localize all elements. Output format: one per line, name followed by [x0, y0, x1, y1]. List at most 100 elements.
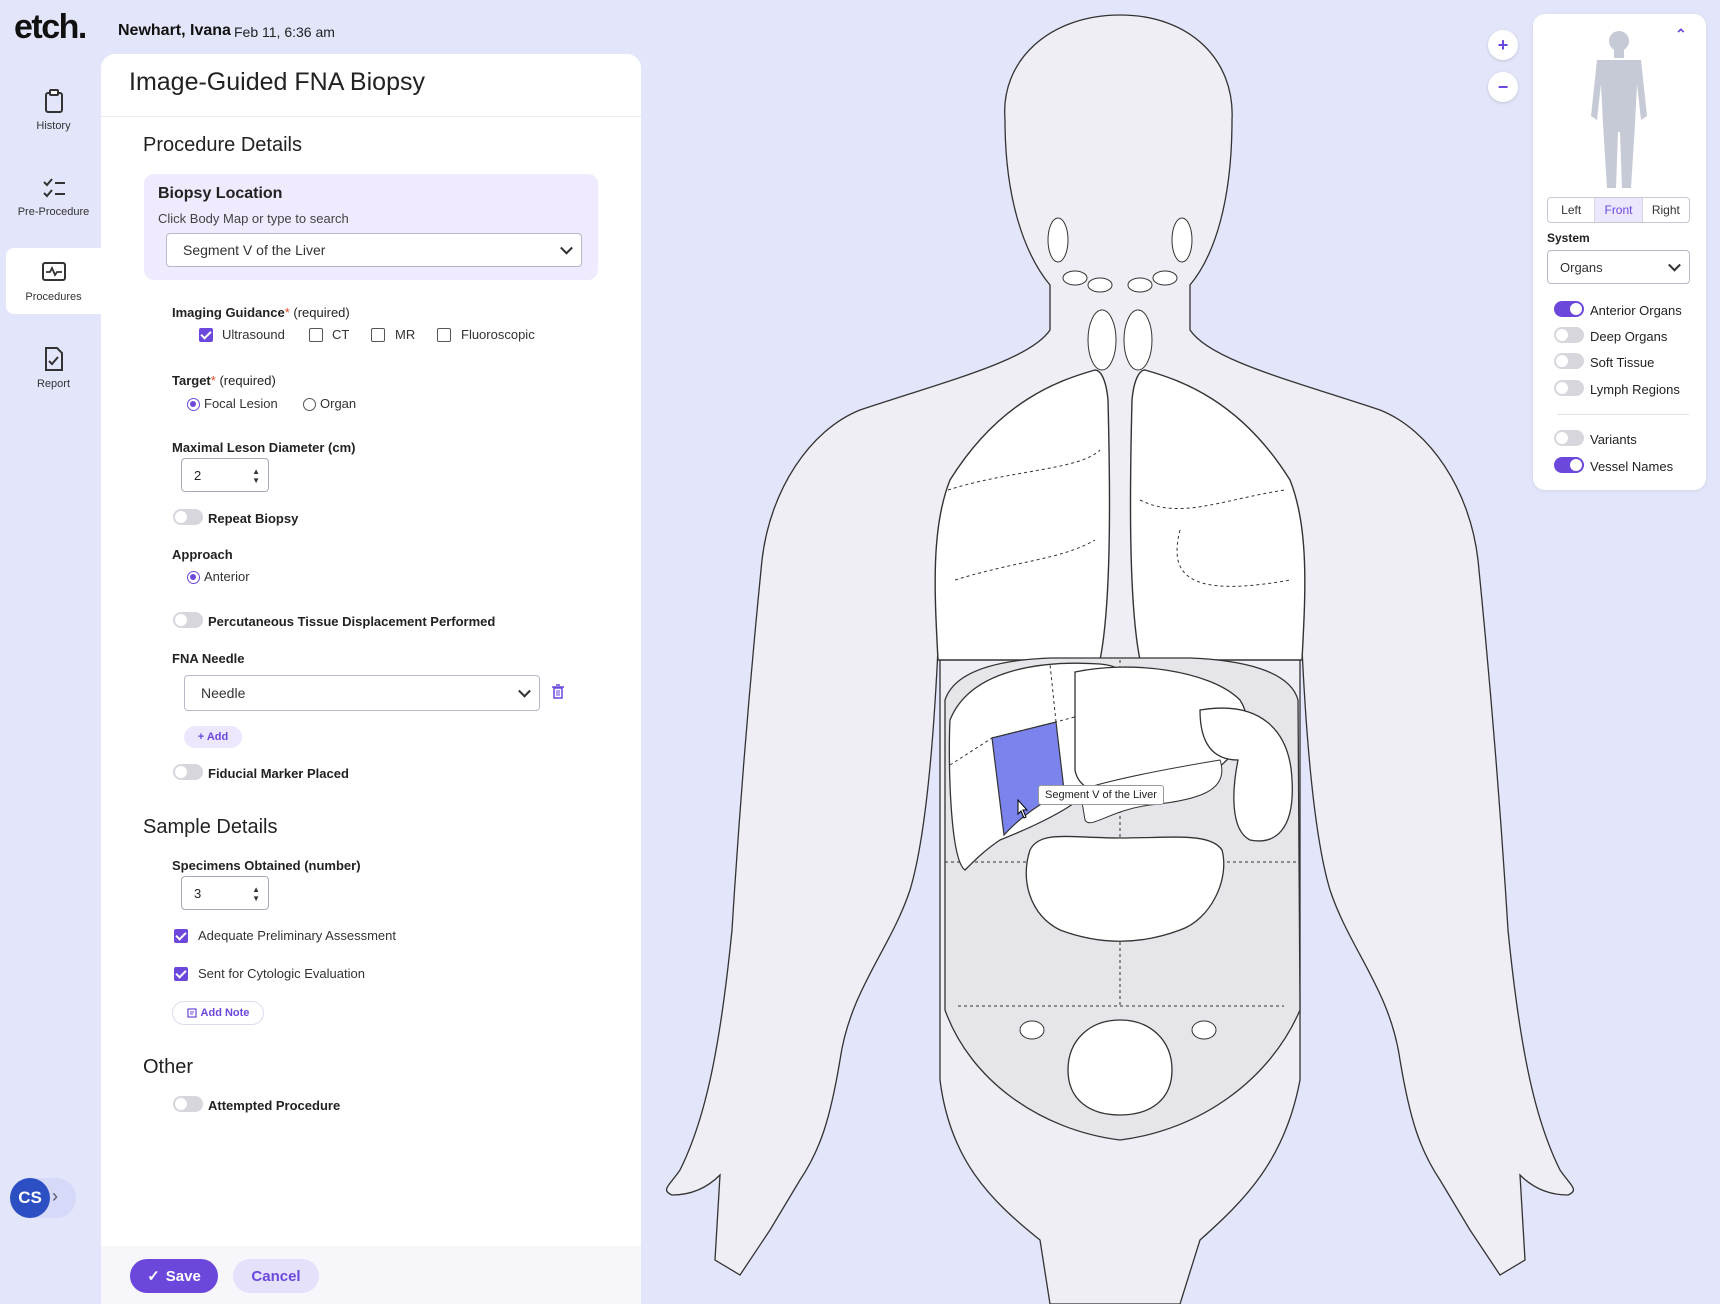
- organ-label: Organ: [320, 396, 357, 411]
- required-hint: (required): [219, 373, 276, 388]
- tissue-displacement-toggle[interactable]: [173, 612, 203, 628]
- approach-label: Approach: [172, 547, 233, 562]
- system-select[interactable]: Organs: [1547, 250, 1690, 284]
- trash-icon[interactable]: [551, 684, 565, 700]
- collapse-icon[interactable]: ⌃: [1675, 26, 1687, 43]
- view-front-button[interactable]: Front: [1595, 198, 1643, 222]
- view-left-button[interactable]: Left: [1548, 198, 1596, 222]
- fluoroscopic-checkbox[interactable]: [437, 328, 451, 342]
- cytologic-evaluation-label: Sent for Cytologic Evaluation: [198, 966, 365, 981]
- mr-label: MR: [395, 327, 416, 342]
- view-right-button[interactable]: Right: [1643, 198, 1689, 222]
- gland-left-2[interactable]: [1087, 277, 1113, 293]
- focal-lesion-radio[interactable]: [187, 398, 200, 411]
- vessel-names-toggle[interactable]: [1554, 457, 1584, 473]
- specimens-stepper[interactable]: 3 ▲ ▼: [181, 876, 269, 910]
- clavicle-left[interactable]: [1047, 217, 1069, 263]
- fna-needle-label: FNA Needle: [172, 651, 245, 666]
- anterior-organs-toggle[interactable]: [1554, 301, 1584, 317]
- zoom-out-button[interactable]: −: [1488, 72, 1518, 102]
- tissue-displacement-label: Percutaneous Tissue Displacement Perform…: [208, 614, 496, 629]
- system-value: Organs: [1560, 259, 1603, 275]
- soft-tissue-toggle[interactable]: [1554, 353, 1584, 369]
- ct-checkbox[interactable]: [309, 328, 323, 342]
- checklist-icon: [42, 178, 65, 198]
- sample-details-heading: Sample Details: [143, 816, 278, 838]
- stepper-down-icon[interactable]: ▼: [252, 895, 260, 903]
- lymph-regions-toggle[interactable]: [1554, 380, 1584, 396]
- add-needle-button[interactable]: + Add: [184, 726, 242, 748]
- biopsy-location-select[interactable]: Segment V of the Liver: [166, 233, 582, 267]
- zoom-in-button[interactable]: +: [1488, 30, 1518, 60]
- procedure-details-heading: Procedure Details: [143, 134, 302, 156]
- gland-left-1[interactable]: [1062, 270, 1088, 286]
- thyroid-right[interactable]: [1123, 309, 1153, 371]
- max-diameter-label: Maximal Leson Diameter (cm): [172, 440, 356, 455]
- specimens-label: Specimens Obtained (number): [172, 858, 361, 873]
- repeat-biopsy-toggle[interactable]: [173, 509, 203, 525]
- soft-tissue-label: Soft Tissue: [1590, 355, 1655, 370]
- bladder[interactable]: [1067, 1019, 1173, 1116]
- add-note-button[interactable]: Add Note: [172, 1001, 264, 1025]
- other-heading: Other: [143, 1056, 194, 1078]
- biopsy-location-title: Biopsy Location: [158, 185, 283, 202]
- biopsy-location-value: Segment V of the Liver: [183, 242, 326, 258]
- attempted-procedure-toggle[interactable]: [173, 1096, 203, 1112]
- max-diameter-stepper[interactable]: 2 ▲ ▼: [181, 458, 269, 492]
- anterior-organs-label: Anterior Organs: [1590, 303, 1682, 318]
- add-note-label: Add Note: [200, 1007, 250, 1019]
- nav-procedures[interactable]: Procedures: [6, 248, 101, 314]
- mr-checkbox[interactable]: [371, 328, 385, 342]
- expand-nav-icon[interactable]: ›: [52, 1186, 58, 1207]
- stepper-down-icon[interactable]: ▼: [252, 477, 260, 485]
- right-ovary[interactable]: [1191, 1020, 1217, 1040]
- chevron-down-icon: [518, 684, 531, 698]
- nav-procedures-label: Procedures: [25, 291, 82, 303]
- thyroid-left[interactable]: [1087, 309, 1117, 371]
- anterior-radio[interactable]: [187, 571, 200, 584]
- nav-pre-procedure[interactable]: Pre-Procedure: [6, 162, 101, 230]
- gland-right-1[interactable]: [1127, 277, 1153, 293]
- vessel-names-label: Vessel Names: [1590, 459, 1674, 474]
- hover-tooltip: Segment V of the Liver: [1038, 785, 1164, 805]
- stepper-up-icon[interactable]: ▲: [252, 468, 260, 476]
- imaging-guidance-label: Imaging Guidance* (required): [172, 305, 350, 320]
- save-button[interactable]: ✓ Save: [130, 1259, 218, 1293]
- chevron-down-icon: [1668, 258, 1681, 272]
- left-ovary[interactable]: [1019, 1020, 1045, 1040]
- check-icon: ✓: [147, 1268, 160, 1285]
- view-toggle-group: Left Front Right: [1547, 197, 1690, 223]
- ultrasound-checkbox[interactable]: [199, 328, 213, 342]
- specimens-value: 3: [194, 886, 202, 901]
- target-label: Target* (required): [172, 373, 276, 388]
- fiducial-marker-toggle[interactable]: [173, 764, 203, 780]
- fiducial-marker-label: Fiducial Marker Placed: [208, 766, 349, 781]
- clavicle-right[interactable]: [1171, 217, 1193, 263]
- nav-pre-procedure-label: Pre-Procedure: [17, 206, 90, 218]
- fna-needle-value: Needle: [201, 685, 246, 701]
- nav-report[interactable]: Report: [6, 334, 101, 402]
- biopsy-location-hint: Click Body Map or type to search: [158, 211, 349, 226]
- variants-toggle[interactable]: [1554, 430, 1584, 446]
- required-star: *: [284, 305, 290, 320]
- attempted-procedure-label: Attempted Procedure: [208, 1098, 341, 1113]
- adequate-assessment-checkbox[interactable]: [174, 929, 188, 943]
- required-hint: (required): [293, 305, 350, 320]
- encounter-datetime: Feb 11, 6:36 am: [234, 24, 335, 40]
- gland-right-2[interactable]: [1152, 270, 1178, 286]
- nav-report-label: Report: [36, 378, 71, 390]
- stepper-up-icon[interactable]: ▲: [252, 886, 260, 894]
- cancel-button[interactable]: Cancel: [233, 1259, 319, 1293]
- patient-name: Newhart, Ivana: [118, 22, 231, 39]
- lymph-regions-label: Lymph Regions: [1590, 382, 1680, 397]
- deep-organs-toggle[interactable]: [1554, 327, 1584, 343]
- fna-needle-select[interactable]: Needle: [184, 675, 540, 711]
- cytologic-evaluation-checkbox[interactable]: [174, 967, 188, 981]
- user-avatar[interactable]: CS: [10, 1178, 50, 1218]
- ultrasound-label: Ultrasound: [222, 327, 285, 342]
- required-star: *: [210, 373, 216, 388]
- body-map[interactable]: [660, 0, 1600, 1304]
- organ-radio[interactable]: [303, 398, 316, 411]
- repeat-biopsy-label: Repeat Biopsy: [208, 511, 299, 526]
- nav-history[interactable]: History: [6, 76, 101, 144]
